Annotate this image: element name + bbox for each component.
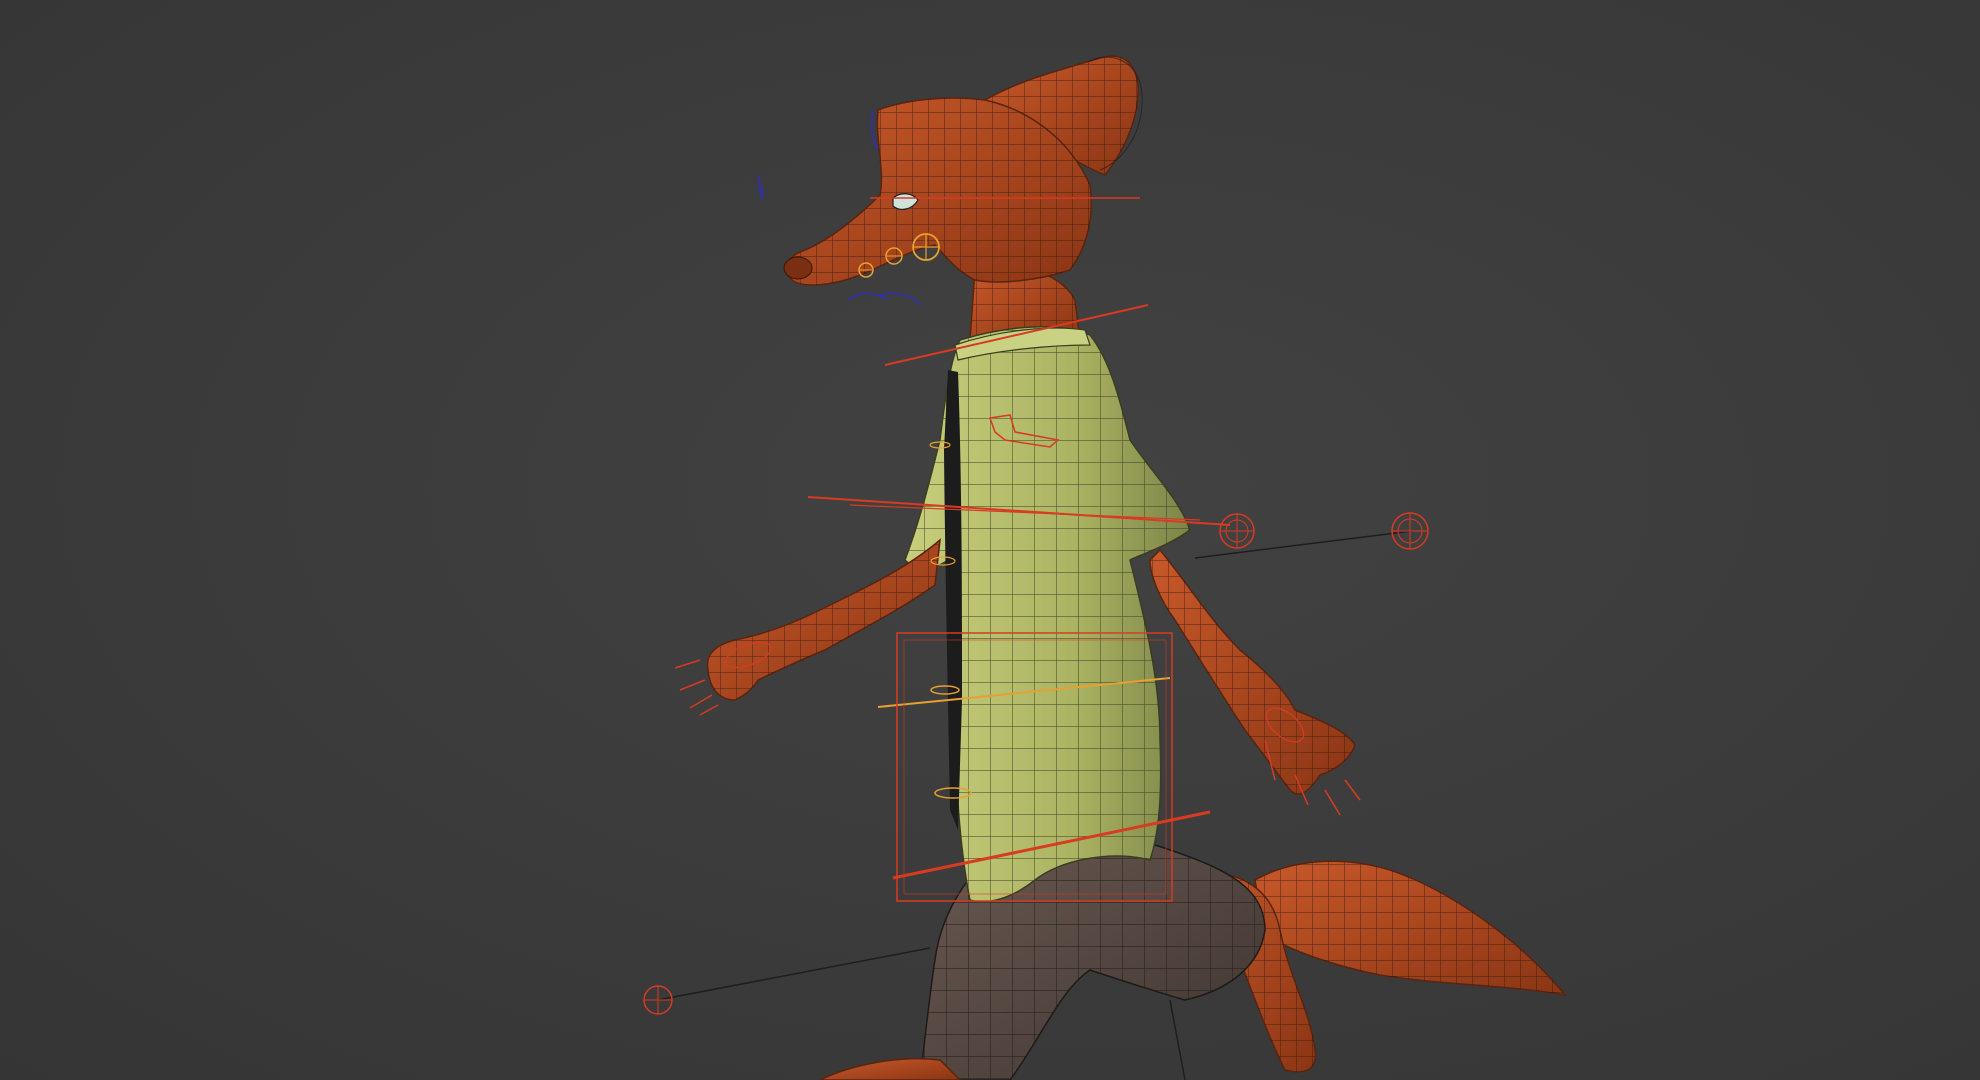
front-foot[interactable]: [819, 1057, 962, 1080]
back-arm[interactable]: [1149, 548, 1356, 795]
hand-ik-control: [1219, 513, 1255, 549]
tie: [944, 370, 962, 830]
front-arm[interactable]: [706, 538, 941, 701]
character-scene[interactable]: [0, 0, 1980, 1080]
tail[interactable]: [1254, 860, 1567, 997]
whisker-control: [756, 174, 764, 201]
elbow-pole-control: [1391, 512, 1429, 550]
3d-viewport[interactable]: [0, 0, 1980, 1080]
lip-control: [847, 292, 921, 306]
nose: [783, 256, 813, 280]
rig-line-foot: [657, 947, 931, 1001]
knee-pole-control: [643, 985, 673, 1015]
head[interactable]: [783, 55, 1143, 286]
rig-line-pole: [1169, 999, 1186, 1080]
